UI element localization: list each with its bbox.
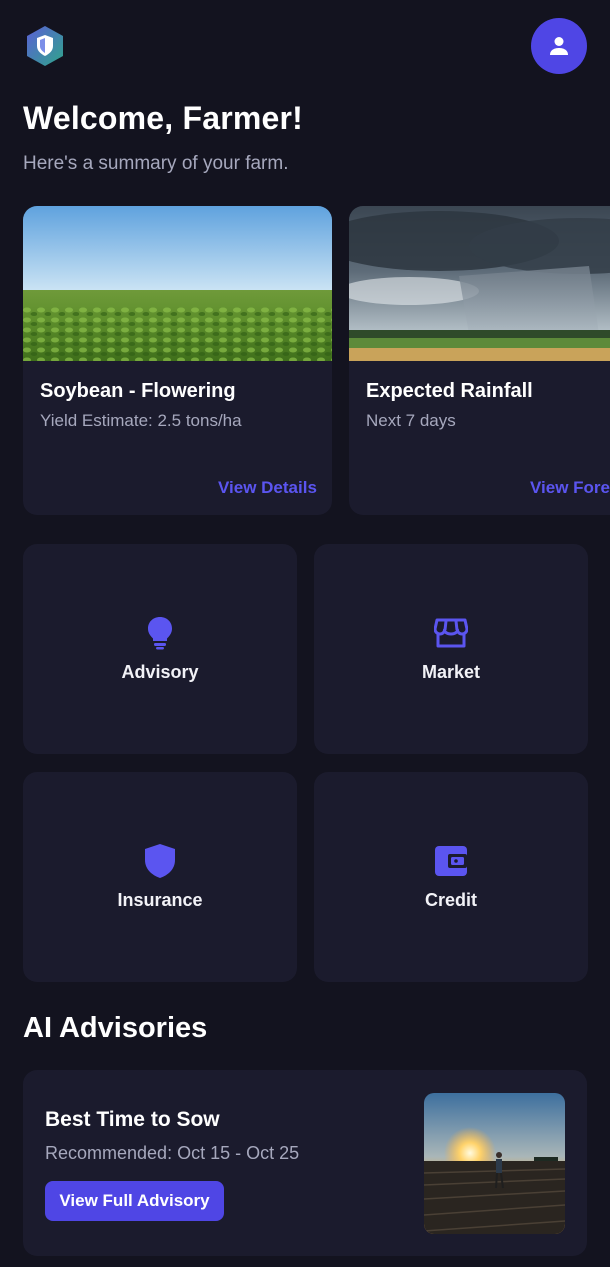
view-forecast-link[interactable]: View Forecast bbox=[530, 478, 610, 498]
summary-carousel[interactable]: Soybean - Flowering Yield Estimate: 2.5 … bbox=[23, 206, 610, 516]
tile-label: Insurance bbox=[117, 889, 203, 910]
rainfall-card[interactable]: Expected Rainfall Next 7 days View Forec… bbox=[349, 206, 610, 515]
advisory-tile[interactable]: Advisory bbox=[23, 544, 297, 754]
credit-tile[interactable]: Credit bbox=[314, 772, 588, 982]
soybean-field-image bbox=[23, 206, 332, 361]
view-details-link[interactable]: View Details bbox=[218, 478, 317, 498]
page-subtitle: Here's a summary of your farm. bbox=[23, 153, 289, 174]
card-meta: Next 7 days bbox=[366, 411, 456, 430]
shield-icon bbox=[143, 843, 177, 878]
crop-status-card[interactable]: Soybean - Flowering Yield Estimate: 2.5 … bbox=[23, 206, 332, 515]
advisory-title: Best Time to Sow bbox=[45, 1108, 220, 1131]
sunset-field-farmer-image bbox=[424, 1093, 565, 1234]
user-icon bbox=[550, 37, 568, 55]
view-full-advisory-button[interactable]: View Full Advisory bbox=[45, 1181, 224, 1221]
rain-storm-image bbox=[349, 206, 610, 361]
advisory-meta: Recommended: Oct 15 - Oct 25 bbox=[45, 1143, 300, 1163]
insurance-tile[interactable]: Insurance bbox=[23, 772, 297, 982]
wallet-icon bbox=[434, 844, 468, 878]
tile-label: Advisory bbox=[121, 661, 199, 682]
lightbulb-icon bbox=[143, 616, 177, 650]
section-title: AI Advisories bbox=[23, 1012, 208, 1044]
card-meta: Yield Estimate: 2.5 tons/ha bbox=[40, 411, 242, 430]
market-tile[interactable]: Market bbox=[314, 544, 588, 754]
card-title: Expected Rainfall bbox=[366, 380, 533, 402]
card-title: Soybean - Flowering bbox=[40, 380, 236, 402]
storefront-icon bbox=[434, 616, 468, 650]
tile-label: Credit bbox=[424, 889, 477, 910]
advisory-card[interactable]: Best Time to Sow Recommended: Oct 15 - O… bbox=[23, 1070, 587, 1256]
page-title: Welcome, Farmer! bbox=[23, 100, 304, 136]
profile-button[interactable] bbox=[531, 18, 587, 74]
tile-label: Market bbox=[421, 661, 481, 682]
app-logo-icon bbox=[24, 24, 66, 68]
